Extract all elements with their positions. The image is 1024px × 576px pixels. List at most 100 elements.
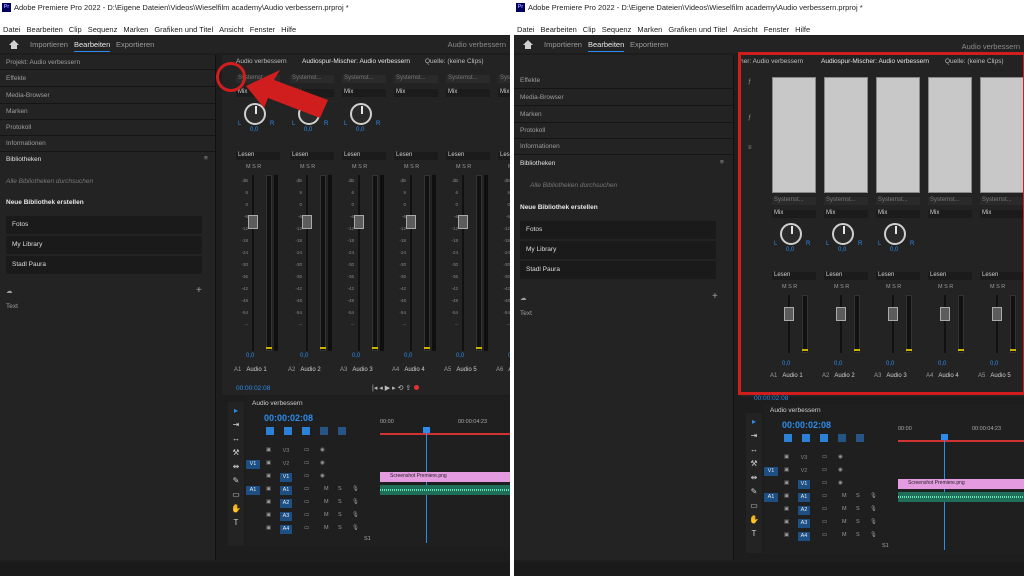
menu-sequenz[interactable]: Sequenz <box>88 25 118 34</box>
cloud-icon[interactable]: ☁ <box>6 287 13 295</box>
source-patch-v1[interactable]: V1 <box>246 460 260 469</box>
toggle-output-icon[interactable]: ▭ <box>304 525 309 531</box>
menu-fenster[interactable]: Fenster <box>764 25 789 34</box>
pen-tool-icon[interactable]: ✎ <box>231 476 241 486</box>
sync-lock-icon[interactable]: ▣ <box>784 480 789 486</box>
workspace-name[interactable]: Audio verbessern <box>962 42 1020 51</box>
hand-tool-icon[interactable]: ✋ <box>749 515 759 525</box>
toggle-output-icon[interactable]: ▭ <box>304 499 309 505</box>
add-icon[interactable]: + <box>196 285 202 296</box>
panel-protokoll[interactable]: Protokoll <box>520 127 545 134</box>
solo-button[interactable]: S <box>856 519 860 525</box>
sync-lock-icon[interactable]: ▣ <box>784 506 789 512</box>
sync-lock-icon[interactable]: ▣ <box>784 454 789 460</box>
library-search-input[interactable]: Alle Bibliotheken durchsuchen <box>6 178 93 185</box>
mute-solo-record-buttons[interactable]: M S R <box>246 164 261 170</box>
type-tool-icon[interactable]: T <box>749 529 759 539</box>
sync-lock-icon[interactable]: ▣ <box>784 532 789 538</box>
rectangle-tool-icon[interactable]: ▭ <box>749 501 759 511</box>
mixer-timecode[interactable]: 00:00:02:08 <box>754 395 788 402</box>
track-label[interactable]: A3 <box>280 512 292 521</box>
microphone-icon[interactable]: 🎙 <box>352 486 359 492</box>
track-name[interactable]: Audio 4 <box>404 367 424 373</box>
automation-read-select[interactable]: Lesen <box>394 152 438 160</box>
pan-value[interactable]: 0,0 <box>250 127 258 133</box>
track-label[interactable]: V1 <box>798 480 810 489</box>
selection-tool-icon[interactable]: ▸ <box>749 417 759 427</box>
library-item[interactable]: Fotos <box>6 216 202 234</box>
rectangle-tool-icon[interactable]: ▭ <box>231 490 241 500</box>
panel-menu-icon[interactable]: ≡ <box>720 159 724 166</box>
volume-value[interactable]: 0,0 <box>508 353 510 359</box>
toggle-output-icon[interactable]: ▭ <box>304 486 309 492</box>
mute-button[interactable]: M <box>324 486 329 492</box>
track-label[interactable]: A1 <box>280 486 292 495</box>
track-label[interactable]: V1 <box>280 473 292 482</box>
eye-icon[interactable]: ◉ <box>320 473 325 479</box>
library-item[interactable]: My Library <box>520 241 716 259</box>
volume-fader-handle[interactable] <box>248 215 258 229</box>
pen-tool-icon[interactable]: ✎ <box>749 487 759 497</box>
automation-mix-select[interactable]: Mix <box>498 89 510 97</box>
library-search-input[interactable]: Alle Bibliotheken durchsuchen <box>530 182 617 189</box>
sync-lock-icon[interactable]: ▣ <box>266 512 271 518</box>
source-patch-a1[interactable]: A1 <box>764 493 778 502</box>
menu-datei[interactable]: Datei <box>3 25 21 34</box>
home-icon[interactable] <box>522 39 534 50</box>
workspace-name[interactable]: Audio verbessern <box>448 40 506 49</box>
track-label[interactable]: A2 <box>280 499 292 508</box>
text-panel-label[interactable]: Text <box>520 310 532 317</box>
solo-button[interactable]: S <box>338 499 342 505</box>
linked-selection-icon[interactable] <box>284 427 292 435</box>
sync-lock-icon[interactable]: ▣ <box>266 525 271 531</box>
panel-informationen[interactable]: Informationen <box>520 143 560 150</box>
panel-effekte[interactable]: Effekte <box>6 75 26 82</box>
tab-audiospur-mischer[interactable]: Audiospur-Mischer: Audio verbessern <box>302 58 410 65</box>
automation-read-select[interactable]: Lesen <box>446 152 490 160</box>
menu-bearbeiten[interactable]: Bearbeiten <box>27 25 63 34</box>
settings-icon[interactable] <box>320 427 328 435</box>
microphone-icon[interactable]: 🎙 <box>870 506 877 512</box>
track-select-tool-icon[interactable]: ⇥ <box>231 420 241 430</box>
library-item[interactable]: My Library <box>6 236 202 254</box>
menu-grafiken[interactable]: Grafiken und Titel <box>668 25 727 34</box>
razor-tool-icon[interactable]: ⚒ <box>231 448 241 458</box>
solo-button[interactable]: S <box>856 506 860 512</box>
slip-tool-icon[interactable]: ⇹ <box>231 462 241 472</box>
menu-marken[interactable]: Marken <box>637 25 662 34</box>
sync-lock-icon[interactable]: ▣ <box>266 499 271 505</box>
library-item[interactable]: Stadl Paura <box>6 256 202 274</box>
microphone-icon[interactable]: 🎙 <box>352 512 359 518</box>
toggle-output-icon[interactable]: ▭ <box>822 493 827 499</box>
source-patch-a1[interactable]: A1 <box>246 486 260 495</box>
tab-exportieren[interactable]: Exportieren <box>630 40 668 49</box>
type-tool-icon[interactable]: T <box>231 518 241 528</box>
mute-solo-record-buttons[interactable]: M S R <box>404 164 419 170</box>
toggle-output-icon[interactable]: ▭ <box>304 447 309 453</box>
panel-marken[interactable]: Marken <box>6 108 28 115</box>
tab-exportieren[interactable]: Exportieren <box>116 40 154 49</box>
solo-button[interactable]: S <box>856 493 860 499</box>
track-label[interactable]: V2 <box>280 460 292 469</box>
linked-selection-icon[interactable] <box>802 434 810 442</box>
timeline-title[interactable]: Audio verbessern <box>770 407 821 414</box>
volume-value[interactable]: 0,0 <box>404 353 412 359</box>
eye-icon[interactable]: ◉ <box>838 480 843 486</box>
volume-fader-handle[interactable] <box>354 215 364 229</box>
create-library-button[interactable]: Neue Bibliothek erstellen <box>6 199 84 206</box>
volume-fader-handle[interactable] <box>302 215 312 229</box>
menu-clip[interactable]: Clip <box>69 25 82 34</box>
track-name[interactable]: Audio 2 <box>300 367 320 373</box>
slip-tool-icon[interactable]: ⇹ <box>749 473 759 483</box>
menu-hilfe[interactable]: Hilfe <box>281 25 296 34</box>
tab-bearbeiten[interactable]: Bearbeiten <box>74 40 111 52</box>
effect-slot[interactable]: Systemst... <box>446 75 490 83</box>
volume-fader-handle[interactable] <box>406 215 416 229</box>
volume-value[interactable]: 0,0 <box>300 353 308 359</box>
menu-clip[interactable]: Clip <box>583 25 596 34</box>
timeline-timecode[interactable]: 00:00:02:08 <box>782 420 831 430</box>
mute-button[interactable]: M <box>842 519 847 525</box>
panel-bibliotheken[interactable]: Bibliotheken <box>520 160 555 167</box>
mute-button[interactable]: M <box>842 532 847 538</box>
solo-button[interactable]: S <box>856 532 860 538</box>
